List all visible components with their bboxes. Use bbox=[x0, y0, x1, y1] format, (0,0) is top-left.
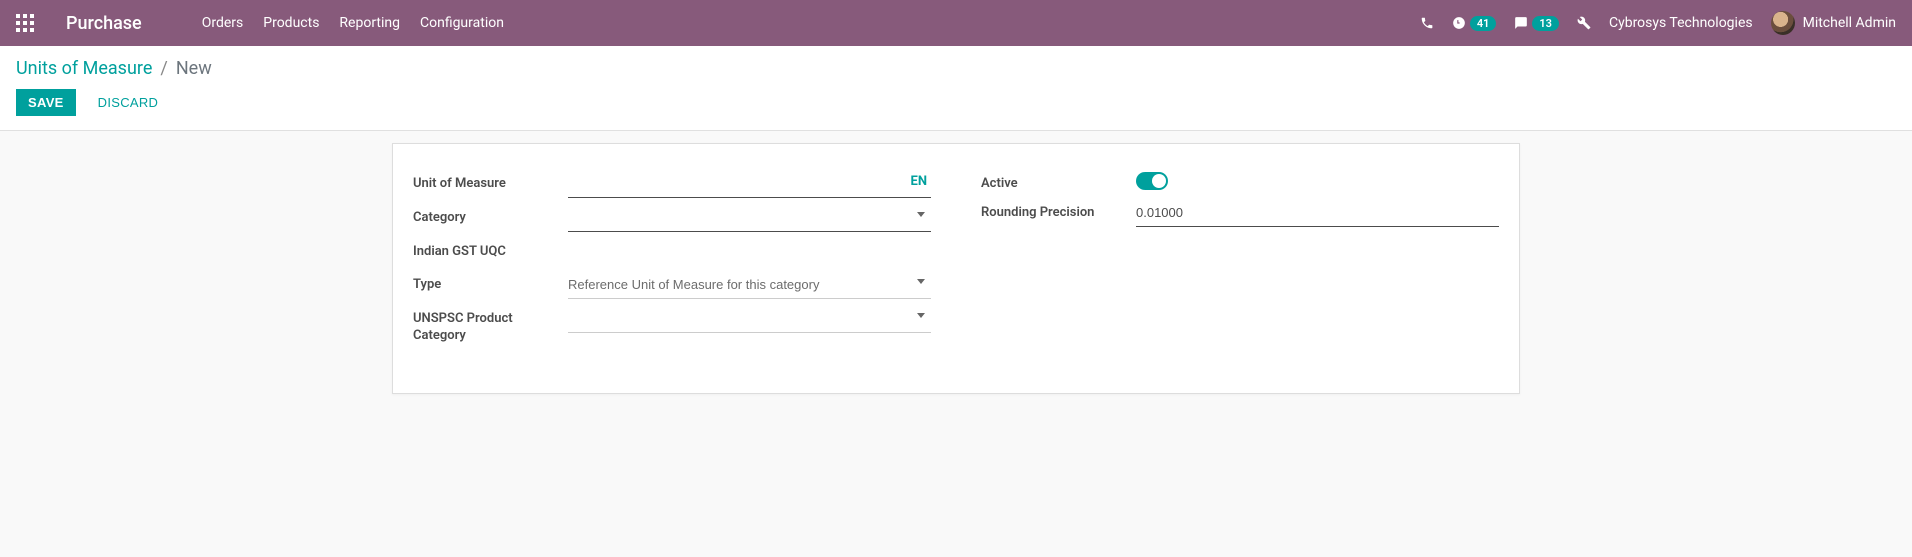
discuss-icon[interactable]: 13 bbox=[1514, 16, 1559, 31]
save-button[interactable]: SAVE bbox=[16, 89, 76, 116]
indian-gst-input[interactable] bbox=[568, 240, 931, 265]
breadcrumb: Units of Measure / New bbox=[16, 58, 1896, 79]
apps-icon[interactable] bbox=[16, 14, 34, 32]
debug-icon[interactable] bbox=[1577, 16, 1591, 30]
top-navbar: Purchase Orders Products Reporting Confi… bbox=[0, 0, 1912, 46]
label-indian-gst: Indian GST UQC bbox=[413, 240, 568, 261]
label-active: Active bbox=[981, 172, 1136, 193]
avatar-icon bbox=[1771, 11, 1795, 35]
type-select[interactable] bbox=[568, 273, 931, 299]
field-type bbox=[568, 273, 931, 299]
field-unit-of-measure: EN bbox=[568, 172, 931, 198]
category-input[interactable] bbox=[568, 206, 931, 232]
form-container: Unit of Measure EN Category Indian GST U… bbox=[376, 143, 1536, 394]
field-unspsc bbox=[568, 307, 931, 333]
field-active bbox=[1136, 172, 1499, 190]
label-unspsc: UNSPSC Product Category bbox=[413, 307, 568, 345]
field-indian-gst bbox=[568, 240, 931, 265]
nav-right: 41 13 Cybrosys Technologies Mitchell Adm… bbox=[1420, 11, 1896, 35]
toggle-knob bbox=[1152, 174, 1166, 188]
row-active: Active bbox=[981, 172, 1499, 193]
row-indian-gst: Indian GST UQC bbox=[413, 240, 931, 265]
row-rounding: Rounding Precision bbox=[981, 201, 1499, 227]
cp-buttons: SAVE DISCARD bbox=[16, 89, 1896, 116]
company-selector[interactable]: Cybrosys Technologies bbox=[1609, 15, 1753, 31]
active-toggle[interactable] bbox=[1136, 172, 1168, 190]
label-type: Type bbox=[413, 273, 568, 294]
form-col-left: Unit of Measure EN Category Indian GST U… bbox=[413, 172, 931, 353]
lang-badge[interactable]: EN bbox=[911, 174, 928, 189]
form-grid: Unit of Measure EN Category Indian GST U… bbox=[413, 172, 1499, 353]
nav-left: Purchase Orders Products Reporting Confi… bbox=[16, 13, 504, 34]
discard-button[interactable]: DISCARD bbox=[86, 89, 171, 116]
field-rounding bbox=[1136, 201, 1499, 227]
label-unit-of-measure: Unit of Measure bbox=[413, 172, 568, 193]
activities-badge: 41 bbox=[1470, 16, 1497, 31]
row-type: Type bbox=[413, 273, 931, 299]
row-unspsc: UNSPSC Product Category bbox=[413, 307, 931, 345]
breadcrumb-parent[interactable]: Units of Measure bbox=[16, 58, 152, 79]
row-category: Category bbox=[413, 206, 931, 232]
nav-reporting[interactable]: Reporting bbox=[339, 15, 400, 31]
nav-configuration[interactable]: Configuration bbox=[420, 15, 504, 31]
user-menu[interactable]: Mitchell Admin bbox=[1771, 11, 1896, 35]
form-col-right: Active Rounding Precision bbox=[981, 172, 1499, 353]
nav-menu: Orders Products Reporting Configuration bbox=[202, 15, 504, 31]
breadcrumb-separator: / bbox=[160, 58, 167, 79]
nav-orders[interactable]: Orders bbox=[202, 15, 244, 31]
phone-icon[interactable] bbox=[1420, 16, 1434, 30]
unspsc-input[interactable] bbox=[568, 307, 931, 333]
row-unit-of-measure: Unit of Measure EN bbox=[413, 172, 931, 198]
nav-products[interactable]: Products bbox=[263, 15, 319, 31]
brand-title[interactable]: Purchase bbox=[62, 13, 142, 34]
rounding-input[interactable] bbox=[1136, 201, 1499, 227]
breadcrumb-current: New bbox=[176, 58, 212, 79]
form-sheet: Unit of Measure EN Category Indian GST U… bbox=[392, 143, 1520, 394]
field-category bbox=[568, 206, 931, 232]
unit-of-measure-input[interactable] bbox=[568, 172, 931, 198]
discuss-badge: 13 bbox=[1532, 16, 1559, 31]
control-panel: Units of Measure / New SAVE DISCARD bbox=[0, 46, 1912, 131]
label-category: Category bbox=[413, 206, 568, 227]
activities-icon[interactable]: 41 bbox=[1452, 16, 1497, 31]
label-rounding: Rounding Precision bbox=[981, 201, 1136, 222]
user-name: Mitchell Admin bbox=[1803, 15, 1896, 31]
